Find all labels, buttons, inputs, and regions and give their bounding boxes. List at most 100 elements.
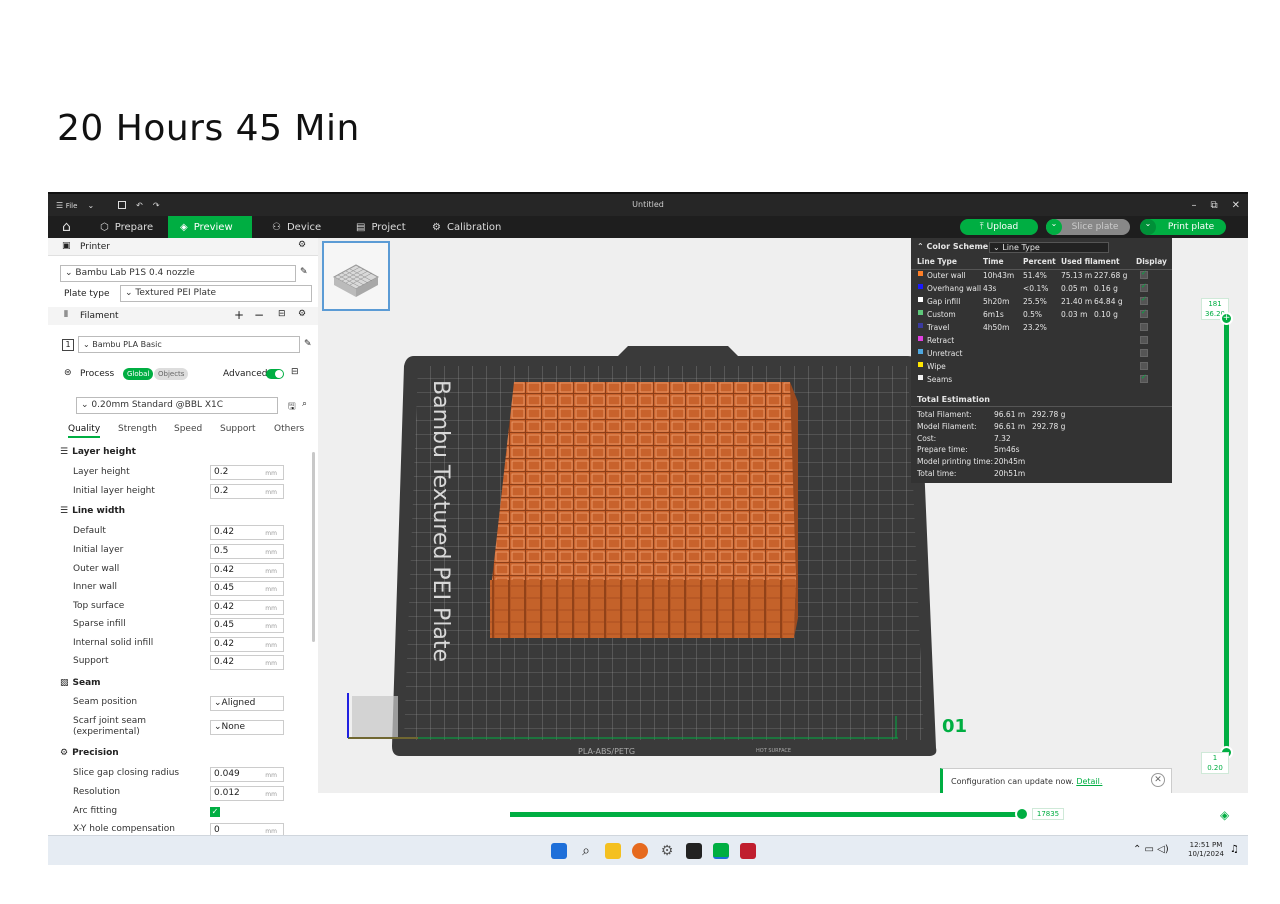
process-tabs: Quality Strength Speed Support Others (48, 424, 310, 440)
layer-slider-top-handle[interactable]: + (1220, 312, 1233, 325)
chevron-down-icon[interactable]: ⌄ (1046, 219, 1062, 235)
close-icon[interactable]: ✕ (1232, 200, 1240, 211)
line-width-inner-wall-input[interactable]: 0.45 mm (210, 581, 284, 596)
slice-gap-closing-radius-input[interactable]: 0.049 mm (210, 767, 284, 782)
display-checkbox[interactable] (1140, 295, 1148, 305)
advanced-toggle[interactable] (266, 369, 284, 379)
clock-time: 12:51 PM (1189, 841, 1223, 849)
add-filament-icon[interactable]: + (234, 308, 244, 322)
minimize-icon[interactable]: – (1191, 200, 1196, 211)
tab-quality[interactable]: Quality (68, 424, 101, 438)
tray-icons[interactable]: ⌃ ▭ ◁) (1133, 844, 1169, 855)
tab-project[interactable]: ▤ Project (344, 216, 418, 238)
remove-filament-icon[interactable]: − (254, 308, 264, 322)
initial-layer-height-input[interactable]: 0.2 mm (210, 484, 284, 499)
file-explorer-icon[interactable] (605, 843, 621, 859)
edit-icon[interactable]: ✎ (304, 339, 312, 349)
color-swatch (918, 349, 923, 354)
line-type-select[interactable]: ⌄ Line Type (989, 242, 1109, 253)
scarf-joint-select[interactable]: ⌄None (210, 720, 284, 735)
gear-icon[interactable]: ⚙ (298, 309, 306, 319)
process-global-toggle[interactable]: Global (123, 368, 154, 380)
preview-viewport[interactable]: Bambu Textured PEI Plate 01 PLA-ABS/PETG… (318, 238, 1248, 793)
settings-icon[interactable]: ⚙ (659, 843, 675, 859)
start-icon[interactable] (551, 843, 567, 859)
window-title: Untitled (632, 200, 664, 209)
move-slider-handle[interactable] (1015, 807, 1029, 821)
display-checkbox[interactable] (1140, 282, 1148, 292)
setting-value: 0.42 (214, 565, 235, 575)
display-checkbox[interactable] (1140, 362, 1148, 370)
display-checkbox[interactable] (1140, 269, 1148, 279)
layers-icon[interactable]: ◈ (1220, 808, 1229, 822)
header-percent: Percent (1023, 257, 1056, 266)
gear-icon[interactable]: ⚙ (298, 240, 306, 250)
tab-prepare[interactable]: ⬡ Prepare (88, 216, 165, 238)
save-preset-icon[interactable]: 🖫 (288, 399, 296, 415)
process-objects-toggle[interactable]: Objects (154, 368, 189, 380)
line-width-support-input[interactable]: 0.42 mm (210, 655, 284, 670)
setting-label: Outer wall (73, 564, 120, 574)
process-select[interactable]: ⌄ 0.20mm Standard @BBL X1C (76, 397, 278, 414)
unit-label: mm (265, 660, 277, 667)
sync-icon[interactable]: ⊟ (278, 309, 286, 319)
search-icon[interactable]: ⌕ (578, 843, 594, 859)
tab-support[interactable]: Support (220, 424, 256, 434)
upload-button[interactable]: ⤒ Upload (960, 219, 1038, 235)
display-checkbox[interactable] (1140, 323, 1148, 331)
restore-icon[interactable]: ⧉ (1210, 200, 1217, 211)
app-icon[interactable] (740, 843, 756, 859)
line-width-default-input[interactable]: 0.42 mm (210, 525, 284, 540)
setting-value: Aligned (221, 698, 256, 708)
chevron-down-icon[interactable]: ⌄ (1140, 219, 1156, 235)
resolution-input[interactable]: 0.012 mm (210, 786, 284, 801)
notification-bell-icon[interactable]: ♫ (1230, 844, 1239, 855)
bambu-studio-icon[interactable] (713, 843, 729, 859)
move-slider-track[interactable] (510, 812, 1022, 817)
header-time: Time (983, 257, 1004, 266)
display-checkbox[interactable] (1140, 373, 1148, 383)
compare-icon[interactable]: ⊟ (291, 367, 299, 377)
setting-value: 0.42 (214, 602, 235, 612)
close-icon[interactable]: ✕ (1151, 773, 1165, 787)
tab-label: Calibration (446, 221, 502, 233)
layer-slider-track[interactable] (1224, 316, 1229, 752)
tab-preview[interactable]: ◈ Preview (168, 216, 252, 238)
slice-plate-button[interactable]: ⌄ Slice plate (1046, 219, 1130, 235)
tab-others[interactable]: Others (274, 424, 304, 434)
printer-select[interactable]: ⌄ Bambu Lab P1S 0.4 nozzle (60, 265, 296, 282)
filament-select[interactable]: ⌄ Bambu PLA Basic (78, 336, 300, 353)
display-checkbox[interactable] (1140, 308, 1148, 318)
tab-device[interactable]: ⚇ Device (260, 216, 333, 238)
line-width-outer-wall-input[interactable]: 0.42 mm (210, 563, 284, 578)
tab-speed[interactable]: Speed (174, 424, 202, 434)
display-checkbox[interactable] (1140, 349, 1148, 357)
unit-label: mm (265, 549, 277, 556)
color-scheme-header[interactable]: ⌃ Color Scheme (917, 242, 988, 251)
line-width-top-surface-input[interactable]: 0.42 mm (210, 600, 284, 615)
tab-strength[interactable]: Strength (118, 424, 157, 434)
filament-slot-badge[interactable]: 1 (62, 339, 74, 351)
plate-type-select[interactable]: ⌄ Textured PEI Plate (120, 285, 312, 302)
search-icon[interactable]: ⌕ (302, 399, 307, 409)
print-plate-button[interactable]: ⌄ Print plate (1140, 219, 1226, 235)
seam-position-select[interactable]: ⌄Aligned (210, 696, 284, 711)
line-width-sparse-infill-input[interactable]: 0.45 mm (210, 618, 284, 633)
tab-calibration[interactable]: ⚙ Calibration (420, 216, 513, 238)
display-checkbox[interactable] (1140, 336, 1148, 344)
notification-detail-link[interactable]: Detail. (1076, 777, 1102, 786)
notification-text: Configuration can update now. (951, 777, 1074, 786)
line-width-initial-layer-input[interactable]: 0.5 mm (210, 544, 284, 559)
legend-time: 4h50m (983, 323, 1010, 332)
arc-fitting-checkbox[interactable]: ✓ (210, 807, 220, 817)
xy-hole-compensation-input[interactable]: 0 mm (210, 823, 284, 835)
line-width-internal-solid-infill-input[interactable]: 0.42 mm (210, 637, 284, 652)
layer-height-input[interactable]: 0.2 mm (210, 465, 284, 480)
app-icon[interactable] (686, 843, 702, 859)
setting-label: X-Y hole compensation (73, 824, 175, 834)
sidebar-scrollbar[interactable] (312, 452, 315, 642)
firefox-icon[interactable] (632, 843, 648, 859)
edit-icon[interactable]: ✎ (300, 267, 308, 277)
clock[interactable]: 12:51 PM 10/1/2024 (1188, 841, 1224, 859)
home-icon[interactable]: ⌂ (50, 216, 84, 238)
